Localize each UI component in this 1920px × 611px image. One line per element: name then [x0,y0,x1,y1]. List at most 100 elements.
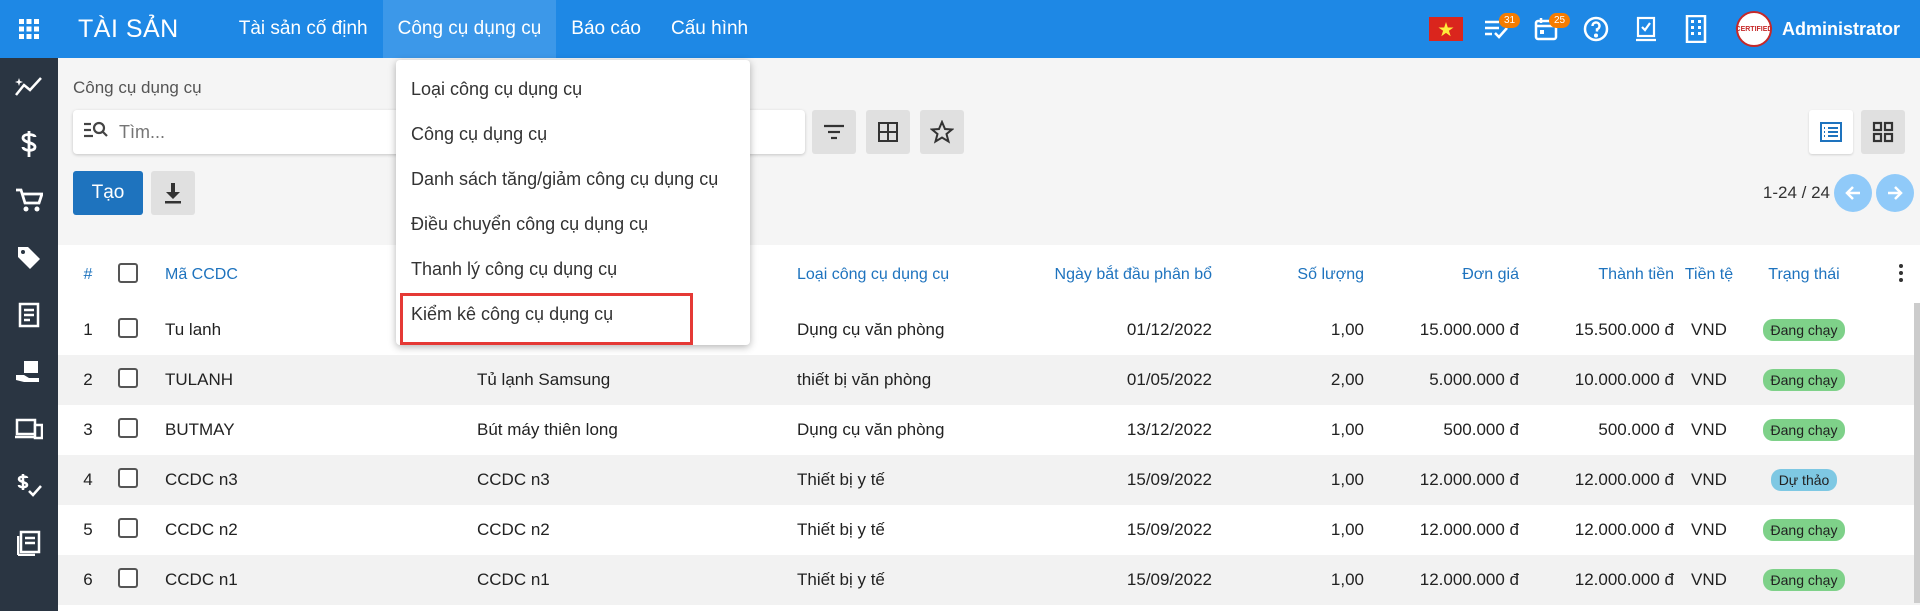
cell-index: 1 [83,320,93,339]
apps-grid-icon[interactable] [0,0,58,58]
column-options-icon[interactable] [1864,245,1920,305]
download-button[interactable] [151,171,195,215]
cell-total: 12.000.000 đ [1574,570,1674,589]
cell-unit-price: 12.000.000 đ [1419,470,1519,489]
table-row[interactable]: 5 CCDC n2 CCDC n2 Thiết bị y tế 15/09/2022 1,… [58,505,1920,555]
breadcrumb: Công cụ dụng cụ [73,78,202,97]
list-view-button[interactable] [1809,110,1853,154]
document-icon[interactable] [0,286,58,343]
cell-quantity: 2,00 [1330,370,1364,389]
vietnam-flag-icon[interactable] [1421,0,1471,58]
scrollbar[interactable] [1914,303,1920,603]
cell-code: CCDC n2 [165,520,238,539]
tag-icon[interactable] [0,229,58,286]
app-brand[interactable]: TÀI SẢN [78,15,179,44]
nav-fixed-assets[interactable]: Tài sản cố định [224,0,383,58]
prev-page-button[interactable] [1834,174,1872,212]
select-all-checkbox[interactable] [118,262,138,283]
col-type[interactable]: Loại công cụ dụng cụ [797,245,1032,305]
table-row[interactable]: 2 TULANH Tủ lạnh Samsung thiết bị văn phòng… [58,355,1920,405]
nav-reports[interactable]: Báo cáo [556,0,656,58]
pager-range[interactable]: 1-24 / 24 [1763,183,1830,203]
filter-icon [824,124,844,140]
cell-code: TULANH [165,370,234,389]
devices-icon[interactable] [0,400,58,457]
cell-currency: VND [1691,470,1727,489]
box-hand-icon[interactable] [0,343,58,400]
row-checkbox[interactable] [118,567,138,588]
col-total[interactable]: Thành tiền [1519,245,1674,305]
nav-tools[interactable]: Công cụ dụng cụ [382,0,557,58]
dashboard-chart-icon[interactable] [0,58,58,115]
cell-name: Tủ lạnh Samsung [477,370,611,389]
cell-quantity: 1,00 [1330,470,1364,489]
menu-item-increase-decrease[interactable]: Danh sách tăng/giảm công cụ dụng cụ [396,157,750,202]
calendar-icon[interactable]: 25 [1521,0,1571,58]
top-bar: TÀI SẢN Tài sản cố định Công cụ dụng cụ … [0,0,1920,58]
favorites-button[interactable] [920,110,964,154]
building-icon[interactable] [1671,0,1721,58]
messages-badge: 31 [1498,13,1521,28]
cell-unit-price: 12.000.000 đ [1419,570,1519,589]
row-checkbox[interactable] [118,517,138,538]
cell-empty [1864,455,1920,505]
col-start-date[interactable]: Ngày bắt đầu phân bổ [1032,245,1212,305]
list-view-icon [1820,122,1842,142]
menu-item-tool-types[interactable]: Loại công cụ dụng cụ [396,67,750,112]
cell-currency: VND [1691,370,1727,389]
cell-select [118,305,165,355]
table-row[interactable]: 3 BUTMAY Bút máy thiên long Dụng cụ văn phò… [58,405,1920,455]
cell-select [118,355,165,405]
next-page-button[interactable] [1876,174,1914,212]
table-row[interactable]: 6 CCDC n1 CCDC n1 Thiết bị y tế 15/09/2022 1,… [58,555,1920,605]
cell-empty [1864,505,1920,555]
cell-start-date: 01/12/2022 [1126,320,1212,339]
row-checkbox[interactable] [118,367,138,388]
cell-unit-price: 5.000.000 đ [1429,370,1519,389]
messages-icon[interactable]: 31 [1471,0,1521,58]
cart-icon[interactable] [0,172,58,229]
col-status[interactable]: Trạng thái [1744,245,1864,305]
money-check-icon[interactable] [0,457,58,514]
col-unit-price[interactable]: Đơn giá [1364,245,1519,305]
avatar-seal-text: CERTIFIED [1735,25,1773,33]
help-icon[interactable] [1571,0,1621,58]
user-menu[interactable]: CERTIFIED Administrator [1721,11,1920,47]
cell-status: Đang chạy [1744,405,1864,455]
cell-name: CCDC n1 [477,570,550,589]
top-nav: Tài sản cố định Công cụ dụng cụ Báo cáo … [224,0,763,58]
col-select [118,245,165,305]
table-row[interactable]: 1 Tu lanh Dụng cụ văn phòng 01/12/2022 1,00 1… [58,305,1920,355]
col-quantity[interactable]: Số lượng [1212,245,1364,305]
group-by-button[interactable] [866,110,910,154]
nav-config[interactable]: Cấu hình [656,0,763,58]
table-row[interactable]: 4 CCDC n3 CCDC n3 Thiết bị y tế 15/09/2022 1,… [58,455,1920,505]
cell-select [118,405,165,455]
filter-button[interactable] [812,110,856,154]
cell-code: CCDC n3 [165,470,238,489]
cell-name: CCDC n2 [477,520,550,539]
row-checkbox[interactable] [118,417,138,438]
cell-type: thiết bị văn phòng [797,370,932,389]
create-button[interactable]: Tạo [73,171,143,215]
menu-item-transfer[interactable]: Điều chuyển công cụ dụng cụ [396,202,750,247]
status-badge: Dự thảo [1770,469,1838,491]
col-currency[interactable]: Tiền tệ [1674,245,1744,305]
cell-index: 3 [83,420,93,439]
row-checkbox[interactable] [118,317,138,338]
tools-table: # Mã CCDC Loại công cụ dụng cụ Ngày bắt … [58,245,1920,611]
download-icon [165,183,181,204]
kanban-view-button[interactable] [1861,110,1905,154]
cell-type: Dụng cụ văn phòng [797,420,945,439]
row-checkbox[interactable] [118,467,138,488]
highlight-box [400,293,693,345]
dollar-icon[interactable] [0,115,58,172]
menu-item-disposal[interactable]: Thanh lý công cụ dụng cụ [396,247,750,292]
top-right-tools: 31 25 CERTIFIED Administrator [1421,0,1920,58]
table-header-row: # Mã CCDC Loại công cụ dụng cụ Ngày bắt … [58,245,1920,305]
cell-quantity: 1,00 [1330,570,1364,589]
checklist-icon[interactable] [1621,0,1671,58]
book-icon[interactable] [0,514,58,571]
menu-item-tools[interactable]: Công cụ dụng cụ [396,112,750,157]
cell-name: Bút máy thiên long [477,420,618,439]
